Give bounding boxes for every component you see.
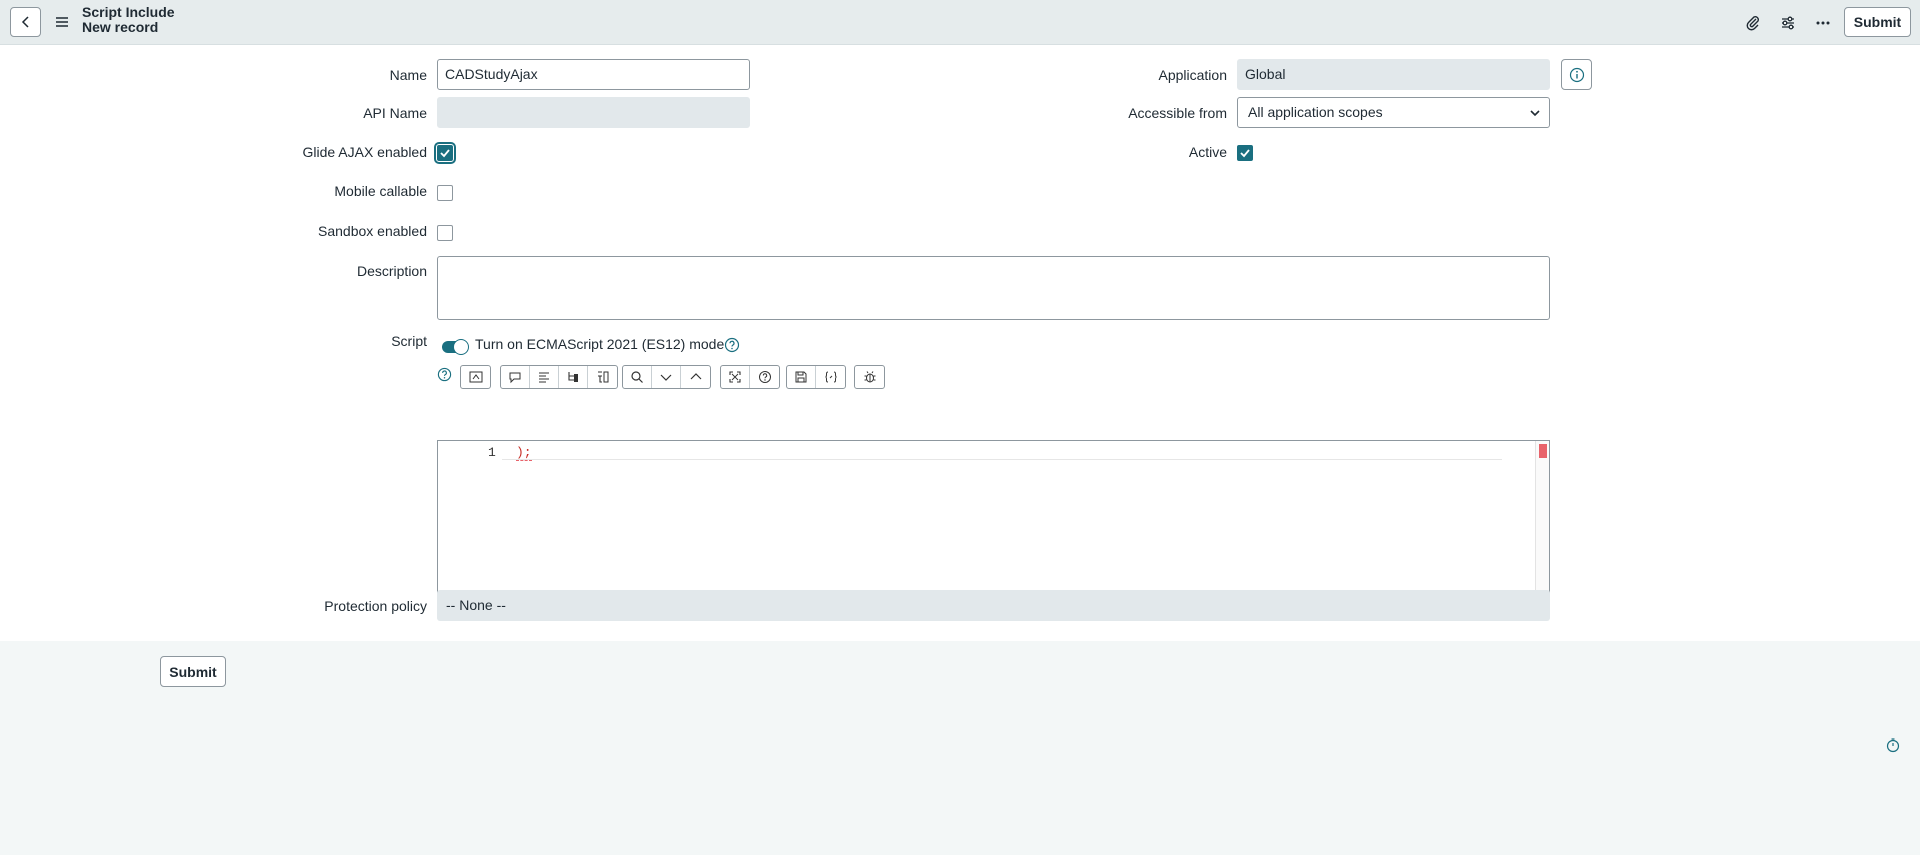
chevron-left-icon (21, 16, 29, 28)
sandbox-enabled-label: Sandbox enabled (318, 223, 427, 239)
fullscreen-button[interactable] (721, 366, 750, 388)
list-tree-icon (597, 371, 608, 383)
bug-icon (864, 371, 875, 383)
hamburger-menu-icon[interactable] (54, 14, 70, 30)
page-title: Script Include (82, 4, 175, 20)
search-button[interactable] (623, 366, 652, 388)
script-tree-button[interactable] (588, 366, 617, 388)
toolbar-group-script (460, 365, 491, 389)
accessible-from-value: All application scopes (1248, 104, 1383, 120)
name-label: Name (389, 67, 427, 83)
chevron-down-icon (660, 374, 672, 381)
script-macros-button[interactable] (816, 366, 845, 388)
form-header: Script Include New record Submit (0, 0, 1920, 45)
checkmark-icon (440, 149, 450, 158)
timer-icon[interactable] (1885, 737, 1901, 753)
comment-button[interactable] (501, 366, 530, 388)
comment-icon (509, 372, 521, 384)
format-code-button[interactable] (530, 366, 559, 388)
toolbar-group-debug (854, 365, 885, 389)
tree-icon (568, 372, 578, 382)
expand-icon (729, 371, 741, 383)
name-input[interactable]: CADStudyAjax (437, 59, 750, 90)
script-editor[interactable]: 1 ); (437, 440, 1550, 614)
back-button[interactable] (10, 7, 41, 37)
active-label: Active (1188, 144, 1227, 160)
glide-ajax-checkbox[interactable] (434, 142, 456, 164)
find-previous-button[interactable] (681, 366, 710, 388)
protection-policy-field: -- None -- (437, 590, 1550, 621)
editor-help-button[interactable] (750, 366, 779, 388)
accessible-from-select[interactable]: All application scopes (1237, 97, 1550, 128)
es-mode-label: Turn on ECMAScript 2021 (ES12) mode (475, 336, 725, 352)
es-mode-toggle[interactable] (442, 339, 469, 355)
description-label: Description (356, 263, 427, 279)
chevron-down-icon (1530, 110, 1540, 117)
error-marker (1539, 444, 1547, 458)
code-line[interactable]: ); (516, 445, 532, 461)
code-text: ); (516, 445, 532, 461)
toolbar-group-format (500, 365, 618, 389)
save-icon (795, 371, 807, 383)
active-line-highlight (502, 442, 1502, 460)
submit-button-top[interactable]: Submit (1844, 7, 1911, 37)
line-number: 1 (488, 445, 496, 460)
toolbar-group-save (786, 365, 846, 389)
submit-button-bottom[interactable]: Submit (160, 656, 226, 687)
glide-ajax-label: Glide AJAX enabled (302, 144, 427, 160)
application-field: Global (1237, 59, 1550, 90)
help-icon[interactable] (437, 367, 452, 382)
sliders-icon[interactable] (1777, 12, 1799, 34)
api-name-label: API Name (363, 105, 427, 121)
align-left-icon (539, 372, 549, 383)
search-icon (631, 371, 643, 383)
help-icon[interactable] (724, 337, 740, 353)
save-button[interactable] (787, 366, 816, 388)
protection-policy-label: Protection policy (324, 598, 427, 614)
debug-button[interactable] (855, 366, 884, 388)
page-subtitle: New record (82, 19, 159, 35)
insert-fields-button[interactable] (559, 366, 588, 388)
toolbar-group-view (720, 365, 780, 389)
editor-scrollbar[interactable] (1535, 441, 1549, 613)
info-icon (1569, 67, 1584, 82)
find-next-button[interactable] (652, 366, 681, 388)
script-syntax-icon (469, 371, 482, 383)
paperclip-icon[interactable] (1742, 12, 1764, 34)
mobile-callable-checkbox[interactable] (437, 185, 453, 201)
sandbox-enabled-checkbox[interactable] (437, 225, 453, 241)
mobile-callable-label: Mobile callable (334, 183, 427, 199)
braces-icon (824, 371, 837, 383)
form-body: Name CADStudyAjax Application Global API… (0, 45, 1920, 641)
title-block: Script Include New record (82, 5, 175, 35)
application-label: Application (1158, 67, 1228, 83)
checkmark-icon (1240, 149, 1250, 158)
accessible-from-label: Accessible from (1128, 105, 1227, 121)
description-textarea[interactable] (437, 256, 1550, 320)
script-label: Script (391, 333, 427, 349)
api-name-field (437, 97, 750, 128)
chevron-up-icon (690, 373, 701, 380)
help-icon (758, 371, 771, 383)
toggle-syntax-button[interactable] (461, 366, 490, 388)
toolbar-group-search (622, 365, 711, 389)
more-options-icon[interactable] (1812, 12, 1834, 34)
info-button[interactable] (1561, 59, 1592, 90)
active-checkbox[interactable] (1237, 145, 1253, 161)
